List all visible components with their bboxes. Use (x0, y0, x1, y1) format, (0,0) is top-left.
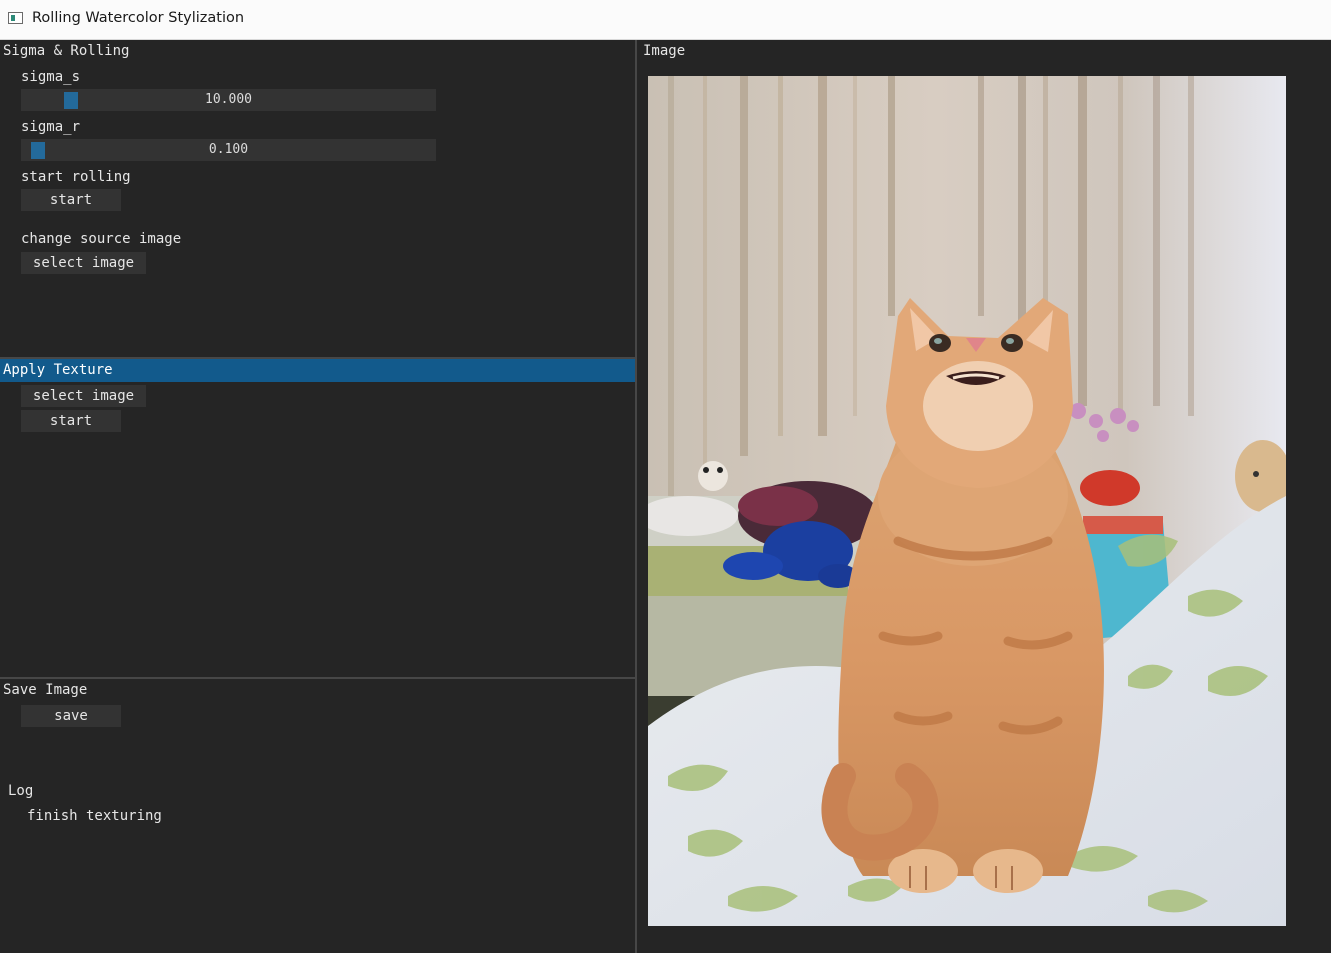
window-titlebar: Rolling Watercolor Stylization (0, 0, 1331, 40)
start-texture-button[interactable]: start (21, 410, 121, 432)
stylized-image (648, 76, 1286, 926)
image-panel: Image (637, 40, 1331, 953)
select-texture-image-button[interactable]: select image (21, 385, 146, 407)
sigma-r-label: sigma_r (21, 119, 81, 135)
select-source-image-button[interactable]: select image (21, 252, 146, 274)
log-header: Log (8, 783, 34, 799)
sigma-r-slider-grab[interactable] (31, 142, 45, 159)
image-panel-header[interactable]: Image (637, 40, 685, 63)
start-rolling-label: start rolling (21, 169, 131, 185)
start-rolling-button[interactable]: start (21, 189, 121, 211)
sigma-r-slider[interactable]: 0.100 (21, 139, 436, 161)
save-image-header[interactable]: Save Image (0, 679, 87, 702)
app-window-icon (8, 12, 23, 24)
sigma-s-slider-grab[interactable] (64, 92, 78, 109)
sigma-rolling-panel: Sigma & Rolling sigma_s 10.000 sigma_r 0… (0, 40, 635, 358)
save-button[interactable]: save (21, 705, 121, 727)
sigma-s-label: sigma_s (21, 69, 81, 85)
log-message: finish texturing (27, 808, 162, 824)
watercolor-cat-image (648, 76, 1286, 926)
apply-texture-panel: Apply Texture select image start (0, 359, 635, 678)
window-title: Rolling Watercolor Stylization (32, 10, 245, 26)
change-source-label: change source image (21, 231, 182, 247)
sigma-s-value: 10.000 (205, 92, 252, 107)
sigma-rolling-header[interactable]: Sigma & Rolling (0, 40, 129, 63)
sigma-s-slider[interactable]: 10.000 (21, 89, 436, 111)
save-image-panel: Save Image save Log finish texturing (0, 679, 635, 953)
sigma-r-value: 0.100 (208, 142, 249, 157)
apply-texture-header[interactable]: Apply Texture (0, 359, 635, 382)
